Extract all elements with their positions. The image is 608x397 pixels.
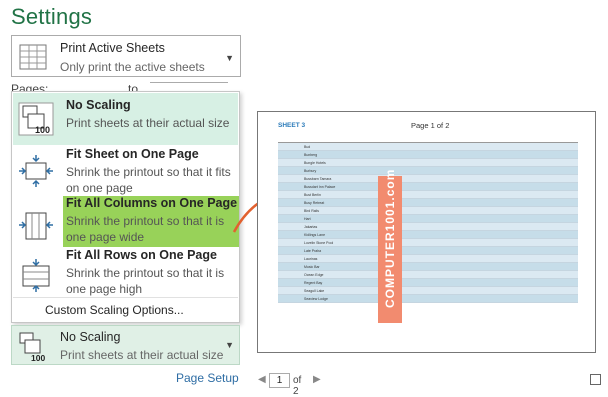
menu-item-title: Fit All Columns on One Page — [66, 196, 238, 210]
row-name: Bud — [304, 145, 311, 149]
row-name: Bird Rails — [304, 209, 319, 213]
zoom-to-page-icon[interactable] — [590, 374, 601, 385]
row-name: Seagull Lake — [304, 289, 325, 293]
menu-item-desc: Shrink the printout so that it is one pa… — [66, 214, 225, 244]
table-row: Lovelin Stone Pool — [278, 239, 578, 247]
watermark-text: COMPUTER1001.com — [383, 168, 397, 308]
page-total-label: of 2 — [293, 375, 302, 397]
table-row: Bird Rails — [278, 207, 578, 215]
table-header-row — [278, 134, 578, 143]
row-name: Hart — [304, 217, 311, 221]
custom-scaling-option[interactable]: Custom Scaling Options... — [45, 303, 184, 317]
row-name: Lovelin Stone Pool — [304, 241, 334, 245]
table-row: Seaview Lodge — [278, 295, 578, 303]
menu-item-title: Fit Sheet on One Page — [66, 147, 199, 161]
table-row: Bud — [278, 143, 578, 151]
table-row: Laurinas — [278, 255, 578, 263]
row-name: Burbury — [304, 169, 317, 173]
table-row: Bungle Hotels — [278, 159, 578, 167]
table-row: Late Praha — [278, 247, 578, 255]
scaling-dropdown[interactable]: 100 No Scaling Print sheets at their act… — [11, 325, 240, 365]
prev-page-icon[interactable]: ◀ — [258, 374, 266, 385]
table-row: Bunberg — [278, 151, 578, 159]
row-name: Late Praha — [304, 249, 322, 253]
page-setup-link[interactable]: Page Setup — [176, 371, 239, 385]
menu-item-fit-rows[interactable]: Fit All Rows on One Page Shrink the prin… — [13, 248, 238, 310]
print-sheets-icon — [19, 44, 47, 70]
print-preview: SHEET 3 Page 1 of 2 Bud Bunberg Bungle Hot… — [257, 111, 596, 353]
print-what-label: Print Active Sheets — [60, 41, 165, 55]
row-name: Bust Berlin — [304, 193, 321, 197]
print-what-dropdown[interactable]: Print Active Sheets Only print the activ… — [11, 35, 241, 77]
menu-item-title: No Scaling — [66, 98, 131, 112]
no-scaling-icon: 100 — [18, 102, 54, 136]
scaling-current-desc: Print sheets at their actual size — [60, 348, 224, 362]
table-row: Bust Berlin — [278, 191, 578, 199]
preview-table: Bud Bunberg Bungle Hotels Burbury Bussbarn T… — [278, 134, 578, 303]
preview-sheet-title: SHEET 3 — [278, 122, 306, 129]
row-name: Kidlings Lane — [304, 233, 326, 237]
fit-columns-icon — [19, 212, 53, 240]
row-name: Ocean Edge — [304, 273, 324, 277]
fit-sheet-icon — [19, 155, 53, 187]
settings-title: Settings — [11, 4, 93, 29]
scaling-current-title: No Scaling — [60, 330, 121, 344]
table-row: Seagull Lake — [278, 287, 578, 295]
table-row: Ocean Edge — [278, 271, 578, 279]
menu-item-fit-columns[interactable]: Fit All Columns on One Page Shrink the p… — [13, 196, 238, 255]
row-name: Bussbarn Tamara — [304, 177, 332, 181]
row-name: Bungle Hotels — [304, 161, 326, 165]
table-row: Regent Bay — [278, 279, 578, 287]
fit-rows-icon — [22, 259, 50, 292]
table-row: Bussdart Inn Palace — [278, 183, 578, 191]
svg-text:100: 100 — [31, 353, 45, 362]
table-row: Hart — [278, 215, 578, 223]
preview-page-label: Page 1 of 2 — [411, 121, 450, 130]
row-name: Music Bar — [304, 265, 320, 269]
row-name: Seaview Lodge — [304, 297, 328, 301]
menu-item-title: Fit All Rows on One Page — [66, 248, 217, 262]
table-row: Jakartas — [278, 223, 578, 231]
row-name: Busy Retreat — [304, 201, 325, 205]
menu-item-desc: Print sheets at their actual size — [66, 116, 230, 130]
row-name: Bussdart Inn Palace — [304, 185, 336, 189]
row-name: Jakartas — [304, 225, 318, 229]
table-row: Bussbarn Tamara — [278, 175, 578, 183]
menu-divider — [13, 297, 238, 298]
table-row: Music Bar — [278, 263, 578, 271]
table-row: Burbury — [278, 167, 578, 175]
scaling-menu: 100 No Scaling Print sheets at their act… — [11, 91, 240, 323]
menu-item-desc: Shrink the printout so that it is one pa… — [66, 266, 225, 296]
row-name: Laurinas — [304, 257, 318, 261]
table-row: Busy Retreat — [278, 199, 578, 207]
table-row: Kidlings Lane — [278, 231, 578, 239]
menu-item-fit-sheet[interactable]: Fit Sheet on One Page Shrink the printou… — [13, 145, 238, 200]
chevron-down-icon[interactable]: ▼ — [225, 53, 234, 63]
no-scaling-icon: 100 — [19, 332, 45, 362]
menu-item-no-scaling[interactable]: 100 No Scaling Print sheets at their act… — [13, 93, 238, 145]
print-what-desc: Only print the active sheets — [60, 60, 205, 74]
row-name: Regent Bay — [304, 281, 323, 285]
menu-item-desc: Shrink the printout so that it fits on o… — [66, 165, 231, 195]
row-name: Bunberg — [304, 153, 318, 157]
next-page-icon[interactable]: ▶ — [313, 374, 321, 385]
page-number-input[interactable]: 1 — [269, 373, 290, 388]
svg-text:100: 100 — [35, 125, 50, 135]
chevron-down-icon[interactable]: ▼ — [225, 340, 234, 350]
